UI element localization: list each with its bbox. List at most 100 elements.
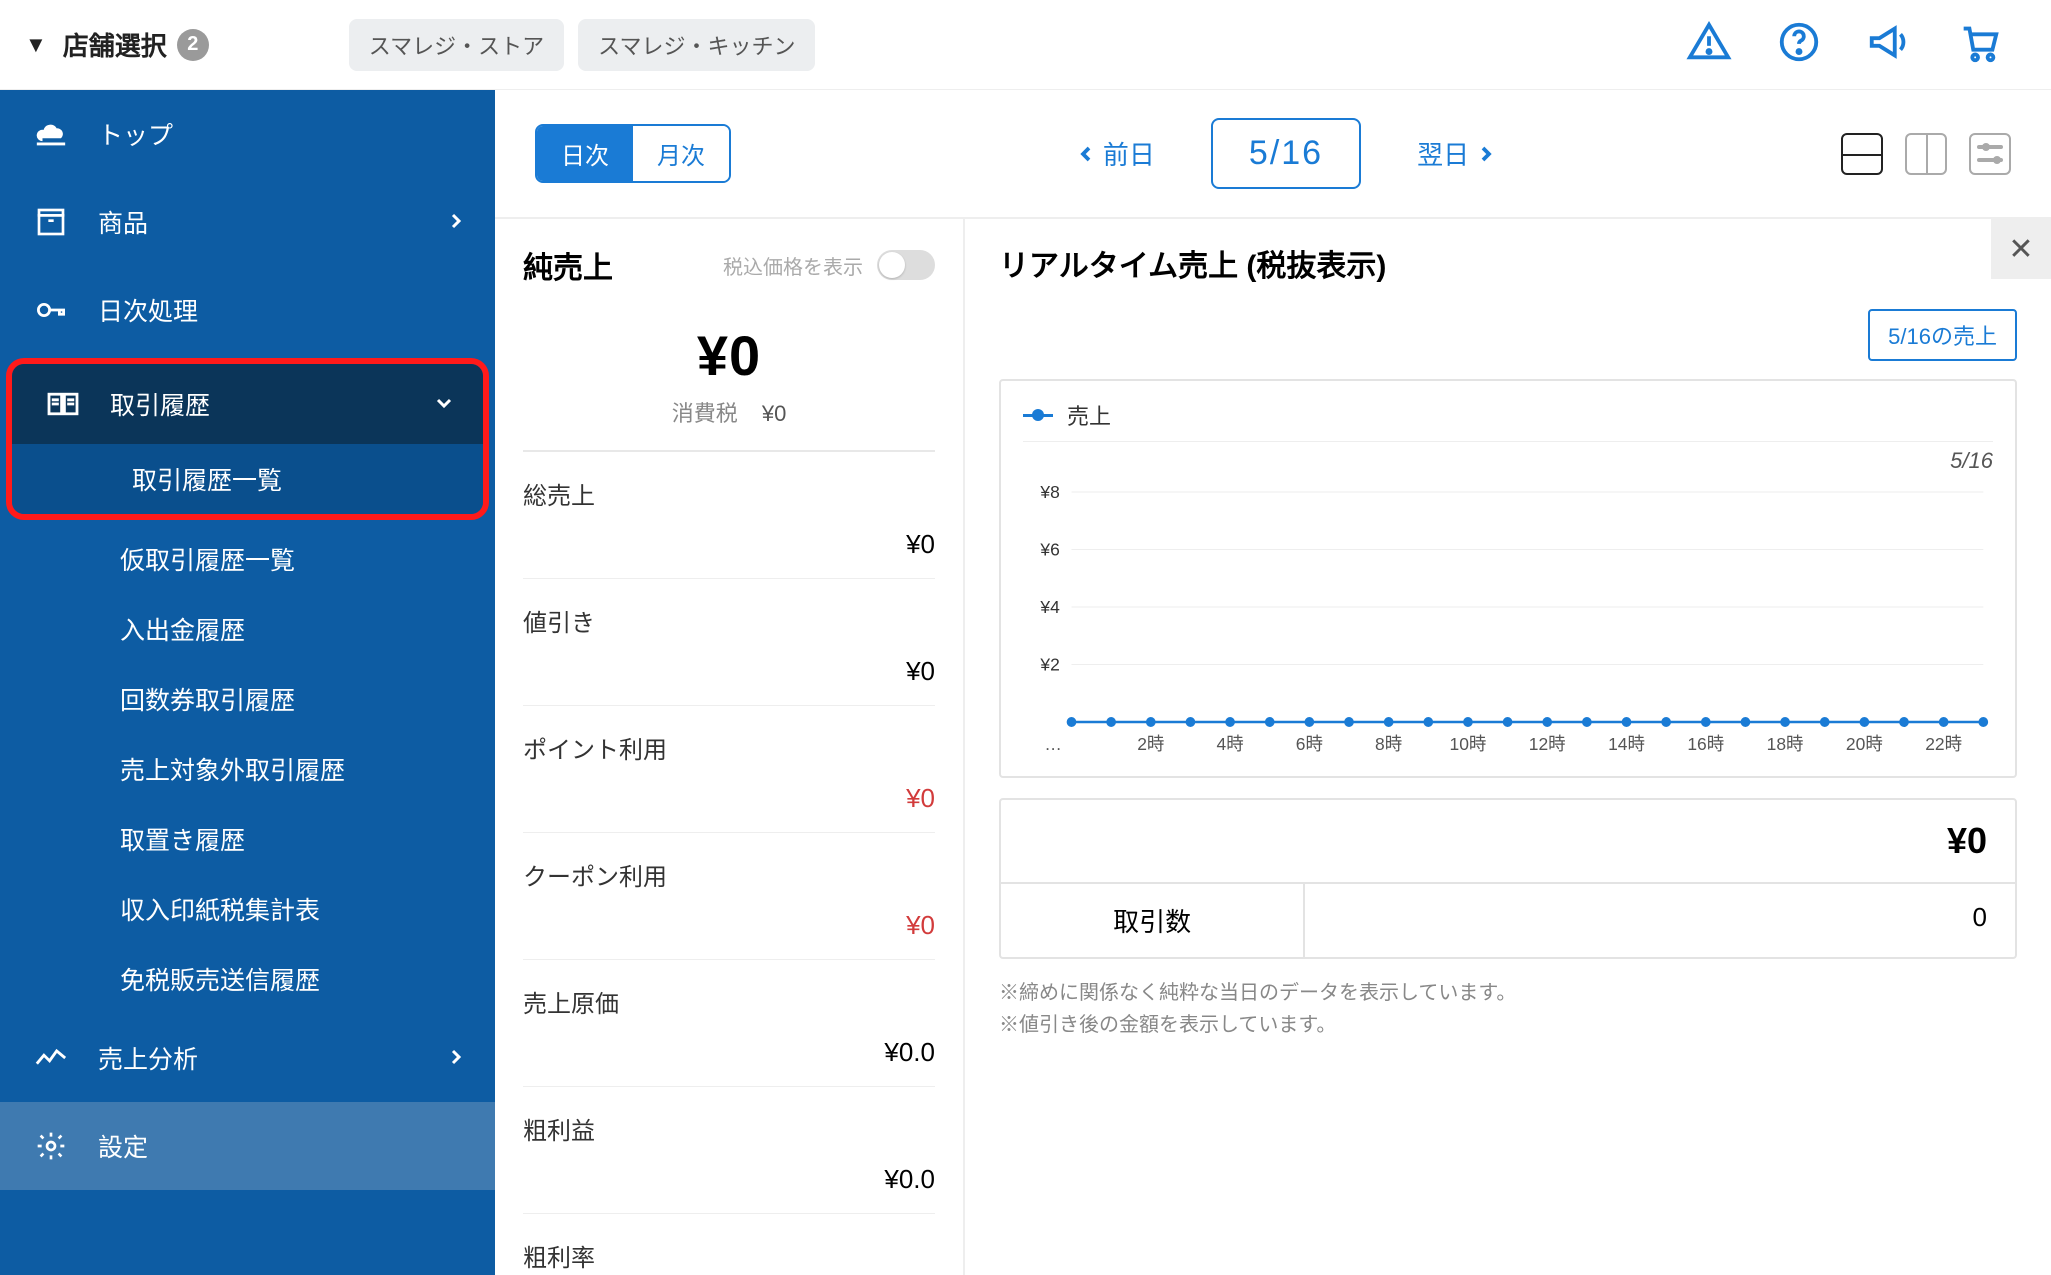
chevron-down-icon [435,390,453,419]
realtime-panel: ✕ リアルタイム売上 (税抜表示) 5/16の売上 売上 5/16 ¥2 ¥4 ¥6… [965,219,2051,1275]
period-monthly-tab[interactable]: 月次 [633,126,729,181]
sidebar-item-label: 取引履歴 [110,386,210,422]
chart-line-icon [30,1046,72,1070]
cart-icon[interactable] [1956,19,2002,70]
realtime-title: リアルタイム売上 (税抜表示) [999,241,1386,285]
svg-text:12時: 12時 [1529,734,1566,754]
sidebar-subitem-excluded-trans[interactable]: 売上対象外取引履歴 [0,734,495,804]
layout-hsplit-button[interactable] [1841,133,1883,175]
date-sales-link[interactable]: 5/16の売上 [1868,309,2017,361]
store-count-badge: 2 [177,29,209,61]
summary-row-label: 総売上 [523,476,935,511]
sidebar-subitem-label: 売上対象外取引履歴 [120,751,345,787]
sidebar-subitem-stamp-tax[interactable]: 収入印紙税集計表 [0,874,495,944]
sidebar-subitem-cashflow[interactable]: 入出金履歴 [0,594,495,664]
sidebar-subitem-label: 免税販売送信履歴 [120,961,320,997]
help-icon[interactable] [1776,19,1822,70]
sidebar-item-label: 設定 [98,1128,148,1164]
tx-count-label: 取引数 [1001,884,1305,957]
summary-row-label: 値引き [523,603,935,638]
highlight-annotation: 取引履歴 取引履歴一覧 [6,358,489,520]
layout-vsplit-button[interactable] [1905,133,1947,175]
sidebar-item-trans-history[interactable]: 取引履歴 [12,364,483,444]
note-line: ※値引き後の金額を表示しています。 [999,1009,2017,1041]
tx-count-value: 0 [1305,884,2015,957]
svg-text:4時: 4時 [1216,734,1243,754]
key-icon [30,296,72,324]
summary-row-label: 売上原価 [523,984,935,1019]
summary-row: 売上原価¥0.0 [523,960,935,1087]
tax-label: 消費税 [672,401,738,426]
summary-row: 総売上¥0 [523,452,935,579]
svg-text:¥4: ¥4 [1039,597,1060,617]
sidebar-item-daily[interactable]: 日次処理 [0,266,495,354]
sidebar-subitem-label: 収入印紙税集計表 [120,891,320,927]
cloud-icon [30,121,72,147]
period-daily-tab[interactable]: 日次 [537,126,633,181]
sidebar-subitem-dutyfree[interactable]: 免税販売送信履歴 [0,944,495,1014]
sidebar-subitem-ticket-trans[interactable]: 回数券取引履歴 [0,664,495,734]
announce-icon[interactable] [1866,19,1912,70]
top-bar: ▼ 店舗選択 2 スマレジ・ストア スマレジ・キッチン [0,0,2051,90]
sidebar: トップ 商品 日次処理 取引履歴 取引履歴一覧 仮取引履歴一覧 入出金履歴 回数… [0,90,495,1275]
summary-row: ポイント利用¥0 [523,706,935,833]
sidebar-item-sales-analysis[interactable]: 売上分析 [0,1014,495,1102]
sidebar-subitem-label: 仮取引履歴一覧 [120,541,295,577]
summary-row: クーポン利用¥0 [523,833,935,960]
svg-text:¥6: ¥6 [1039,539,1060,559]
summary-row-value: ¥0.0 [523,1146,935,1195]
sidebar-item-label: 売上分析 [98,1040,198,1076]
sidebar-item-settings[interactable]: 設定 [0,1102,495,1190]
store-select-dropdown[interactable]: ▼ 店舗選択 2 [25,26,209,63]
summary-row: 粗利率0% [523,1214,935,1275]
legend-label: 売上 [1067,399,1111,431]
svg-text:20時: 20時 [1846,734,1883,754]
sidebar-subitem-label: 取引履歴一覧 [132,461,282,497]
chart-legend: 売上 [1023,399,1993,442]
sidebar-item-label: トップ [98,116,173,152]
store-chip[interactable]: スマレジ・キッチン [578,19,815,71]
summary-row-label: クーポン利用 [523,857,935,892]
chart-date-label: 5/16 [1023,442,1993,474]
svg-text:16時: 16時 [1687,734,1724,754]
chart-container: 売上 5/16 ¥2¥4¥6¥8…2時4時6時8時10時12時14時16時18時… [999,379,2017,778]
summary-panel: 純売上 税込価格を表示 ¥0 消費税 ¥0 総売上¥0値引き¥0ポイント利用¥0… [495,219,965,1275]
sidebar-item-top[interactable]: トップ [0,90,495,178]
sidebar-subitem-layaway[interactable]: 取置き履歴 [0,804,495,874]
sidebar-item-products[interactable]: 商品 [0,178,495,266]
period-segmented-control: 日次 月次 [535,124,731,183]
sidebar-subitem-trans-list[interactable]: 取引履歴一覧 [12,444,483,514]
summary-row-value: ¥0 [523,765,935,814]
tax-toggle-label: 税込価格を表示 [723,251,863,280]
summary-row-value: ¥0.0 [523,1019,935,1068]
svg-text:…: … [1044,734,1061,754]
store-chips: スマレジ・ストア スマレジ・キッチン [349,19,816,71]
main-content: 日次 月次 前日 5/16 翌日 [495,90,2051,1275]
caret-down-icon: ▼ [25,32,47,58]
box-icon [30,207,72,237]
prev-day-label: 前日 [1103,135,1155,172]
summary-row: 値引き¥0 [523,579,935,706]
legend-swatch [1023,414,1053,417]
next-day-button[interactable]: 翌日 [1417,135,1495,172]
close-button[interactable]: ✕ [1991,219,2051,279]
date-display[interactable]: 5/16 [1211,118,1361,189]
period-bar: 日次 月次 前日 5/16 翌日 [495,90,2051,217]
tax-toggle[interactable] [877,250,935,280]
prev-day-button[interactable]: 前日 [1077,135,1155,172]
store-chip[interactable]: スマレジ・ストア [349,19,564,71]
sidebar-item-label: 商品 [98,204,148,240]
tax-value: ¥0 [762,401,786,426]
summary-rows: 総売上¥0値引き¥0ポイント利用¥0クーポン利用¥0売上原価¥0.0粗利益¥0.… [495,452,963,1275]
sidebar-subitem-temp-trans[interactable]: 仮取引履歴一覧 [0,524,495,594]
svg-text:10時: 10時 [1450,734,1487,754]
layout-settings-button[interactable] [1969,133,2011,175]
store-select-label: 店舗選択 [63,26,167,63]
realtime-totals-box: ¥0 取引数 0 [999,798,2017,959]
alert-icon[interactable] [1686,19,1732,70]
tax-line: 消費税 ¥0 [523,396,935,452]
svg-text:¥2: ¥2 [1039,654,1059,674]
chevron-left-icon [1077,145,1095,163]
summary-row-label: ポイント利用 [523,730,935,765]
sidebar-subitem-label: 取置き履歴 [120,821,245,857]
